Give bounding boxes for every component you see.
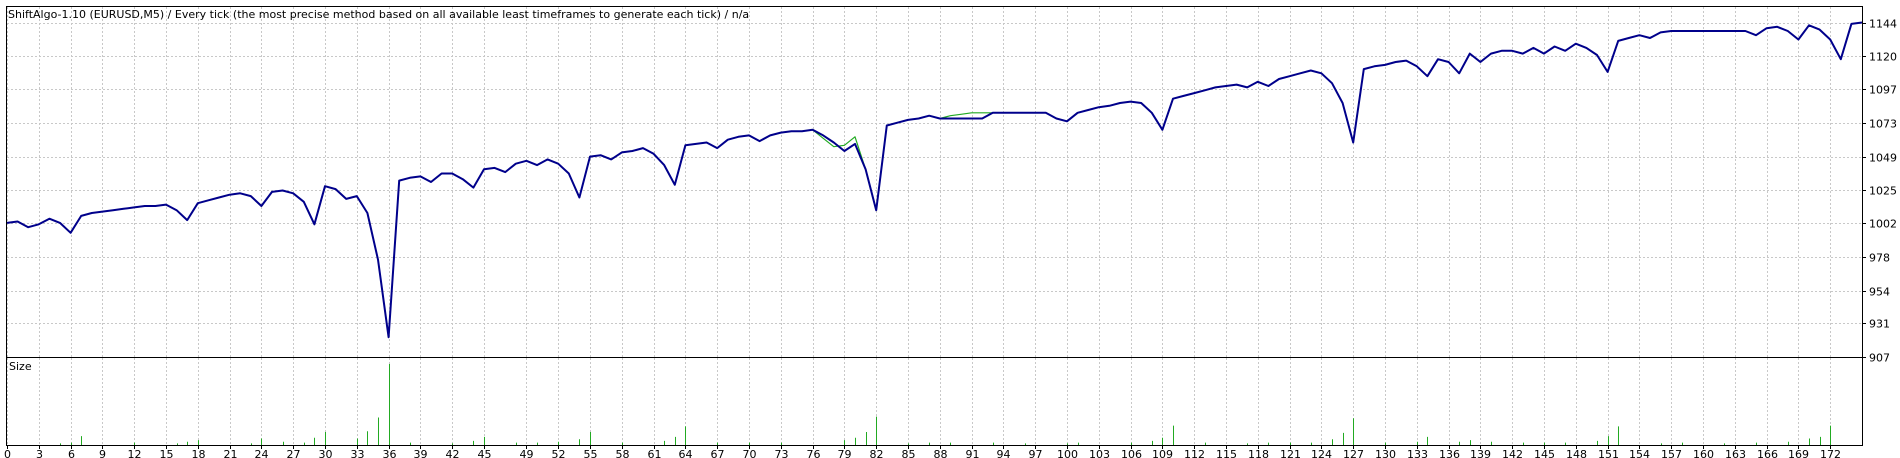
x-tick-label: 85 (902, 448, 916, 458)
x-tick-label: 139 (1470, 448, 1491, 458)
x-tick-label: 97 (1029, 448, 1043, 458)
y-tick-label: 1025 (1869, 185, 1897, 198)
x-tick-label: 100 (1057, 448, 1078, 458)
x-tick-label: 88 (934, 448, 948, 458)
y-tick-label: 978 (1869, 252, 1890, 265)
x-tick-label: 55 (584, 448, 598, 458)
strategy-tester-graph: ShiftAlgo-1.10 (EURUSD,M5) / Every tick … (0, 0, 1900, 458)
y-tick-label: 907 (1869, 352, 1890, 365)
x-tick-label: 154 (1629, 448, 1650, 458)
x-tick-label: 115 (1216, 448, 1237, 458)
y-tick-label: 1002 (1869, 218, 1897, 231)
x-tick-label: 24 (255, 448, 269, 458)
x-tick-label: 118 (1248, 448, 1269, 458)
x-tick-label: 0 (4, 448, 11, 458)
x-tick-label: 6 (68, 448, 75, 458)
x-tick-label: 58 (616, 448, 630, 458)
x-tick-label: 18 (192, 448, 206, 458)
x-tick-label: 64 (679, 448, 693, 458)
x-tick-label: 103 (1089, 448, 1110, 458)
x-tick-label: 160 (1693, 448, 1714, 458)
x-tick-label: 73 (775, 448, 789, 458)
x-tick-label: 39 (414, 448, 428, 458)
x-tick-label: 112 (1184, 448, 1205, 458)
x-tick-label: 36 (383, 448, 397, 458)
x-tick-label: 70 (743, 448, 757, 458)
x-tick-label: 136 (1439, 448, 1460, 458)
x-tick-label: 21 (224, 448, 238, 458)
x-tick-label: 12 (128, 448, 142, 458)
x-tick-label: 124 (1311, 448, 1332, 458)
x-tick-label: 49 (520, 448, 534, 458)
x-tick-label: 127 (1343, 448, 1364, 458)
x-tick-label: 106 (1121, 448, 1142, 458)
x-tick-label: 130 (1375, 448, 1396, 458)
y-tick-label: 1144 (1869, 18, 1897, 31)
x-tick-label: 45 (478, 448, 492, 458)
x-tick-label: 30 (319, 448, 333, 458)
x-tick-label: 27 (287, 448, 301, 458)
x-tick-label: 157 (1661, 448, 1682, 458)
x-tick-label: 67 (711, 448, 725, 458)
x-tick-label: 9 (99, 448, 106, 458)
x-tick-label: 166 (1757, 448, 1778, 458)
x-tick-label: 82 (870, 448, 884, 458)
x-tick-label: 33 (351, 448, 365, 458)
x-tick-label: 142 (1502, 448, 1523, 458)
y-tick-label: 1097 (1869, 84, 1897, 97)
x-tick-label: 79 (838, 448, 852, 458)
x-tick-label: 133 (1407, 448, 1428, 458)
y-tick-label: 1073 (1869, 118, 1897, 131)
x-tick-label: 91 (966, 448, 980, 458)
x-tick-label: 61 (648, 448, 662, 458)
x-tick-label: 172 (1820, 448, 1841, 458)
y-tick-label: 954 (1869, 286, 1890, 299)
x-tick-label: 109 (1152, 448, 1173, 458)
x-tick-label: 169 (1788, 448, 1809, 458)
x-tick-label: 42 (446, 448, 460, 458)
volume-panel-label: Size (9, 360, 32, 373)
chart-background (0, 0, 1900, 458)
chart-title: ShiftAlgo-1.10 (EURUSD,M5) / Every tick … (8, 8, 749, 21)
x-tick-label: 94 (997, 448, 1011, 458)
x-tick-label: 76 (807, 448, 821, 458)
x-tick-label: 151 (1598, 448, 1619, 458)
x-tick-label: 52 (552, 448, 566, 458)
x-tick-label: 121 (1280, 448, 1301, 458)
x-tick-label: 3 (36, 448, 43, 458)
y-tick-label: 931 (1869, 318, 1890, 331)
y-tick-label: 1049 (1869, 152, 1897, 165)
y-tick-label: 1120 (1869, 51, 1897, 64)
x-tick-label: 145 (1534, 448, 1555, 458)
x-tick-label: 15 (160, 448, 174, 458)
x-tick-label: 163 (1725, 448, 1746, 458)
x-tick-label: 148 (1566, 448, 1587, 458)
